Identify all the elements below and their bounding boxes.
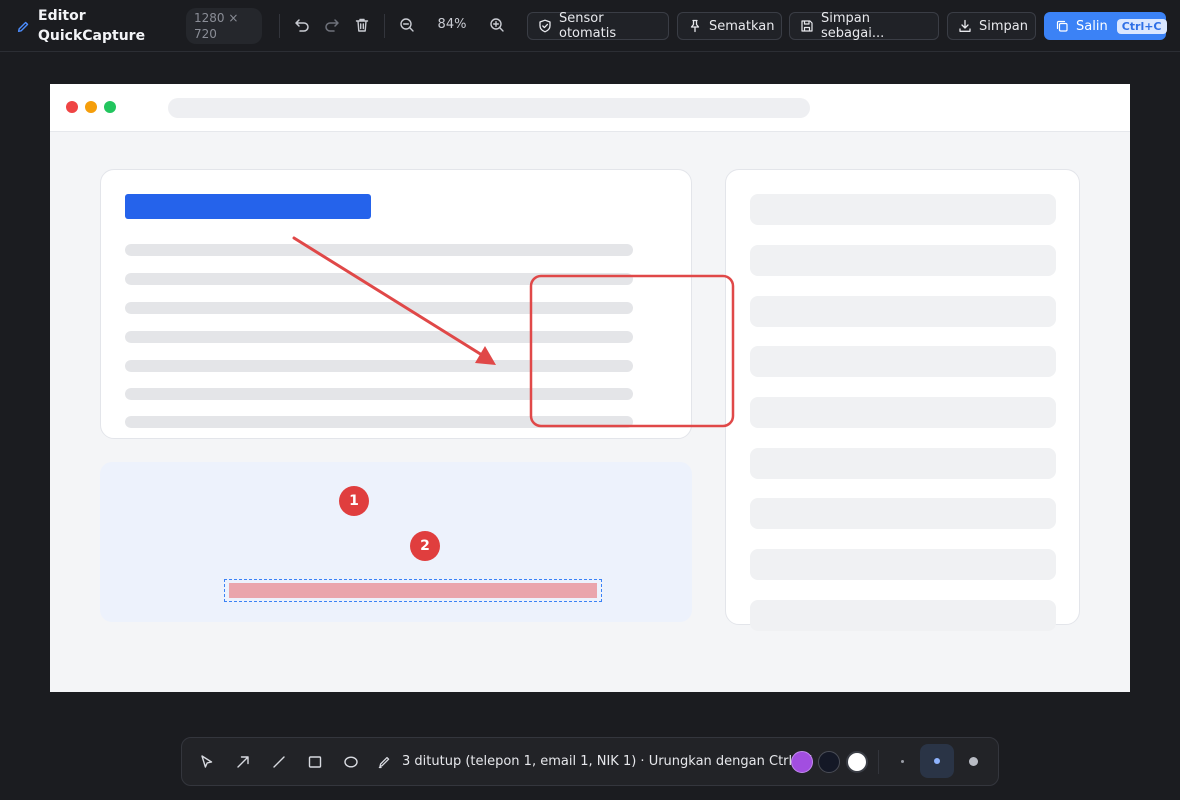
copy-button[interactable]: Salin Ctrl+C <box>1044 12 1167 40</box>
redaction-selection[interactable] <box>224 579 602 602</box>
save-as-button[interactable]: Simpan sebagai... <box>789 11 939 41</box>
auto-sensor-label: Sensor otomatis <box>559 11 617 41</box>
undo-icon[interactable] <box>293 16 311 34</box>
line-tool[interactable] <box>267 750 291 774</box>
tool-palette: 3 ditutup (telepon 1, email 1, NIK 1) · … <box>181 737 999 786</box>
zoom-level: 84% <box>437 17 467 32</box>
image-dimensions: 1280 × 720 <box>186 8 262 44</box>
arrow-annotation[interactable] <box>292 236 484 357</box>
shield-icon <box>539 19 551 33</box>
floppy-icon <box>801 20 813 32</box>
divider <box>279 14 280 38</box>
color-swatch-navy[interactable] <box>818 751 840 773</box>
copy-icon <box>1056 20 1068 32</box>
size-dot-medium <box>934 758 940 764</box>
stroke-size-medium[interactable] <box>920 744 954 778</box>
select-tool[interactable] <box>195 750 219 774</box>
auto-sensor-button[interactable]: Sensor otomatis <box>527 11 669 41</box>
zoom-out-icon[interactable] <box>398 16 416 34</box>
pin-button[interactable]: Sematkan <box>677 12 782 40</box>
line-icon <box>273 756 285 768</box>
download-icon <box>959 19 971 32</box>
stroke-size-large[interactable] <box>956 744 990 778</box>
arrow-icon <box>237 756 249 768</box>
screenshot-canvas[interactable]: 1 2 <box>50 84 1130 692</box>
rectangle-icon <box>308 756 322 768</box>
save-label: Simpan <box>979 18 1028 34</box>
copy-shortcut-badge: Ctrl+C <box>1116 18 1167 34</box>
pin-label: Sematkan <box>709 18 775 34</box>
divider <box>878 750 879 774</box>
stroke-size-small[interactable] <box>885 744 919 778</box>
rectangle-tool[interactable] <box>303 750 327 774</box>
step-marker-1[interactable]: 1 <box>339 486 369 516</box>
app-title: Editor QuickCapture <box>38 8 146 44</box>
pen-tool[interactable] <box>372 750 396 774</box>
ellipse-icon <box>344 756 358 768</box>
color-swatch-purple[interactable] <box>791 751 813 773</box>
redo-icon[interactable] <box>323 16 341 34</box>
arrow-head <box>475 346 496 365</box>
copy-label: Salin <box>1076 18 1108 34</box>
size-dot-large <box>968 756 978 766</box>
trash-icon[interactable] <box>353 16 371 34</box>
ellipse-tool[interactable] <box>339 750 363 774</box>
top-toolbar: Editor QuickCapture 1280 × 720 84% Senso… <box>0 0 1180 52</box>
pencil-icon <box>17 21 29 33</box>
step-marker-2[interactable]: 2 <box>410 531 440 561</box>
pin-icon <box>690 19 700 33</box>
cursor-icon <box>201 755 213 768</box>
redaction-block <box>229 583 597 598</box>
redaction-status: 3 ditutup (telepon 1, email 1, NIK 1) · … <box>402 754 812 769</box>
save-button[interactable]: Simpan <box>947 12 1036 40</box>
rectangle-annotation[interactable] <box>529 274 735 428</box>
zoom-in-icon[interactable] <box>488 16 506 34</box>
app-brand: Editor QuickCapture <box>16 6 148 46</box>
size-dot-small <box>900 759 904 763</box>
divider <box>384 14 385 38</box>
pen-icon <box>378 756 390 769</box>
color-swatch-white[interactable] <box>846 751 868 773</box>
save-as-label: Simpan sebagai... <box>821 11 885 41</box>
arrow-tool[interactable] <box>231 750 255 774</box>
